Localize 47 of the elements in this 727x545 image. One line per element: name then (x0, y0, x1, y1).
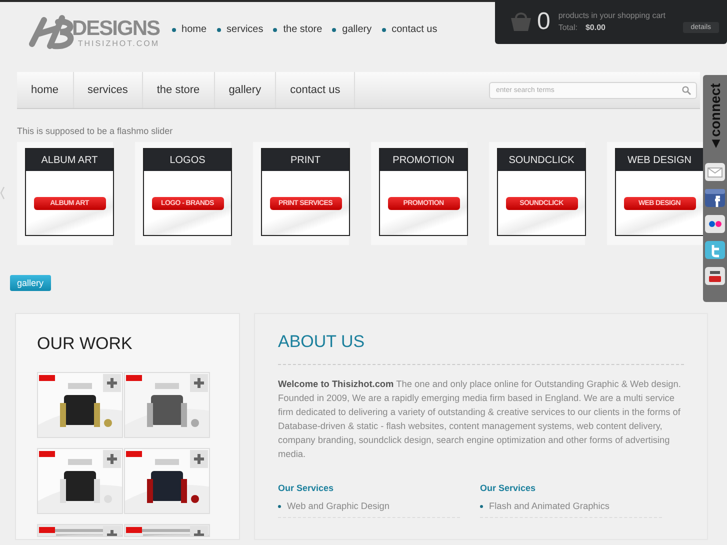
tag-icon (39, 527, 55, 533)
services-heading: Our Services (278, 483, 335, 493)
cart-count: 0 (537, 8, 550, 36)
tag-icon (39, 375, 55, 381)
nav-tab[interactable]: home (17, 72, 74, 108)
total-label: Total: (558, 23, 578, 32)
nav-tab[interactable]: gallery (214, 72, 276, 108)
total-value: $0.00 (585, 23, 606, 32)
services-heading: Our Services (480, 483, 537, 493)
card-title: PROMOTION (380, 149, 467, 171)
bullet-icon (278, 504, 281, 508)
bullet-icon (216, 28, 221, 32)
nav-tab[interactable]: contact us (276, 72, 356, 108)
facebook-icon[interactable] (705, 189, 725, 207)
tag-icon (126, 527, 142, 533)
nav-link[interactable]: gallery (342, 24, 372, 35)
tag-icon (126, 375, 142, 381)
bullet-icon (273, 28, 278, 32)
nav-tab[interactable]: the store (142, 72, 215, 108)
card-title: LOGOS (144, 149, 231, 171)
connect-label: ◄connect (707, 83, 723, 151)
card-title: SOUNDCLICK (498, 149, 585, 171)
nav-tab[interactable]: services (74, 72, 143, 108)
section-title: ABOUT US (278, 332, 684, 365)
search-icon[interactable] (682, 86, 691, 94)
bullet-icon (480, 504, 483, 508)
bullet-icon (332, 28, 336, 32)
cart-caption: products in your shopping cart (558, 11, 667, 20)
card-title: WEB DESIGN (616, 149, 703, 171)
bullet-icon (172, 28, 176, 32)
nav-link[interactable]: the store (283, 24, 322, 35)
card-title: PRINT (262, 149, 349, 171)
section-title: OUR WORK (37, 334, 134, 354)
twitter-icon[interactable] (705, 241, 725, 259)
logo-tagline: THISIZHOT.COM (78, 38, 160, 48)
basket-icon (509, 12, 533, 32)
card-title: ALBUM ART (26, 149, 113, 171)
tag-icon (39, 451, 55, 457)
tag-icon (126, 451, 142, 457)
dots-icon[interactable] (705, 215, 725, 233)
nav-link[interactable]: services (226, 24, 264, 35)
mail-icon[interactable] (705, 163, 725, 181)
nav-link[interactable]: contact us (392, 24, 438, 35)
bullet-icon (382, 28, 386, 32)
logo-wordmark: DESIGNS (72, 18, 160, 38)
nav-link[interactable]: home (182, 24, 207, 35)
intro-paragraph: Welcome to Thisizhot.com The one and only place online for Outstanding Graphic & Web design. Founded in 2009, We are a rapidly emerging media firm based in England. We are a multi service firm dedicated to delivering a variety of outstanding & creative services to our clients in the forms of Database-driven & static - flash websites, content management systems, web content delivery, company branding, soundclick design, search engine optimization and other forms of advertising media. (278, 378, 682, 461)
